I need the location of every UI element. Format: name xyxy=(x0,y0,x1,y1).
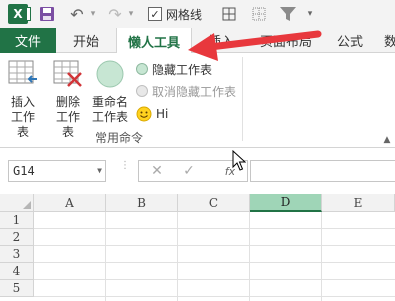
column-header-d[interactable]: D xyxy=(250,194,322,212)
row-header-5[interactable]: 5 xyxy=(0,280,34,297)
group-separator xyxy=(242,57,243,141)
name-box-value: G14 xyxy=(13,164,35,178)
cancel-icon[interactable]: ✕ xyxy=(149,163,165,179)
hide-sheet-button[interactable]: 隐藏工作表 xyxy=(136,61,212,77)
filter-icon[interactable] xyxy=(278,4,298,24)
tab-lazy-tools[interactable]: 懒人工具 xyxy=(116,28,192,54)
sheet-grid: A B C D E 1 2 3 4 5 xyxy=(0,194,395,301)
hide-sheet-icon xyxy=(136,63,148,75)
unhide-sheet-button[interactable]: 取消隐藏工作表 xyxy=(136,83,236,99)
row-header-1[interactable]: 1 xyxy=(0,212,34,229)
gridline xyxy=(105,212,106,301)
gridline xyxy=(34,262,395,263)
insert-sheet-label-1: 插入 xyxy=(10,95,35,109)
tab-insert[interactable]: 插入 xyxy=(192,28,250,53)
undo-icon[interactable]: ↶ xyxy=(68,5,86,24)
redo-dropdown-icon[interactable]: ▾ xyxy=(126,7,136,21)
delete-sheet-label-2: 工作表 xyxy=(55,110,80,139)
tab-home[interactable]: 开始 xyxy=(56,28,116,53)
border-none-icon[interactable] xyxy=(250,5,268,23)
mouse-cursor-icon xyxy=(232,150,246,171)
customize-toolbar-icon[interactable]: ▾ xyxy=(304,6,316,22)
column-header-c[interactable]: C xyxy=(178,194,250,212)
unhide-sheet-label: 取消隐藏工作表 xyxy=(152,84,237,99)
rename-sheet-icon xyxy=(90,59,130,93)
enter-icon[interactable]: ✓ xyxy=(181,163,197,179)
gridline xyxy=(34,279,395,280)
formula-bar-resize-handle[interactable]: ⋮ xyxy=(120,161,130,178)
gridline xyxy=(177,212,178,301)
insert-sheet-label-2: 工作表 xyxy=(10,110,35,139)
column-header-b[interactable]: B xyxy=(106,194,178,212)
save-icon[interactable] xyxy=(38,5,56,23)
name-box[interactable]: G14 ▼ xyxy=(8,160,106,182)
gridline xyxy=(321,212,322,301)
hi-label: Hi xyxy=(156,107,169,121)
unhide-sheet-icon xyxy=(136,85,148,97)
formula-bar-area: G14 ▼ ⋮ ✕ ✓ fx xyxy=(0,148,395,194)
redo-icon[interactable]: ↷ xyxy=(106,5,124,24)
delete-sheet-icon xyxy=(51,59,85,93)
delete-sheet-label-1: 删除 xyxy=(55,95,80,109)
group-label: 常用命令 xyxy=(95,131,144,145)
gridline xyxy=(34,245,395,246)
tab-page-layout[interactable]: 页面布局 xyxy=(250,28,322,53)
rename-sheet-button[interactable]: 重命名 工作表 xyxy=(90,59,130,125)
select-all-button[interactable] xyxy=(0,194,34,212)
hi-button[interactable]: Hi xyxy=(136,105,168,123)
excel-logo-letter: X xyxy=(13,7,23,21)
gridline xyxy=(34,228,395,229)
hide-sheet-label: 隐藏工作表 xyxy=(152,62,213,77)
undo-dropdown-icon[interactable]: ▾ xyxy=(88,7,98,21)
insert-sheet-icon xyxy=(6,59,40,93)
delete-sheet-button[interactable]: 删除 工作表 xyxy=(51,59,85,140)
excel-logo-icon[interactable]: X xyxy=(8,4,31,24)
tab-file[interactable]: 文件 xyxy=(0,28,56,53)
ribbon-tab-bar: 文件 开始 懒人工具 插入 页面布局 公式 数 xyxy=(0,28,395,54)
column-header-a[interactable]: A xyxy=(34,194,106,212)
row-header-3[interactable]: 3 xyxy=(0,246,34,263)
formula-input[interactable] xyxy=(250,160,395,182)
name-box-dropdown-icon[interactable]: ▼ xyxy=(97,166,102,175)
tab-data[interactable]: 数 xyxy=(378,28,395,53)
column-header-e[interactable]: E xyxy=(322,194,395,212)
tab-formulas[interactable]: 公式 xyxy=(322,28,378,53)
gridlines-checkbox[interactable]: ✓ xyxy=(148,7,162,21)
gridline xyxy=(249,212,250,301)
collapse-ribbon-icon[interactable]: ▲ xyxy=(381,135,393,145)
insert-sheet-button[interactable]: 插入 工作表 xyxy=(6,59,40,140)
smiley-icon xyxy=(136,106,152,122)
ribbon-panel: 插入 工作表 删除 工作表 重命名 工作表 隐藏工作表 取消隐藏工作表 Hi 常… xyxy=(0,53,395,148)
quick-access-toolbar: X ↶ ▾ ↷ ▾ ✓ 网格线 ▾ xyxy=(0,0,395,28)
row-header-4[interactable]: 4 xyxy=(0,263,34,280)
rename-sheet-label-2: 工作表 xyxy=(91,110,128,124)
row-header-2[interactable]: 2 xyxy=(0,229,34,246)
gridline xyxy=(34,296,395,297)
border-all-icon[interactable] xyxy=(220,5,238,23)
rename-sheet-label-1: 重命名 xyxy=(91,95,128,109)
gridlines-label: 网格线 xyxy=(166,7,203,22)
